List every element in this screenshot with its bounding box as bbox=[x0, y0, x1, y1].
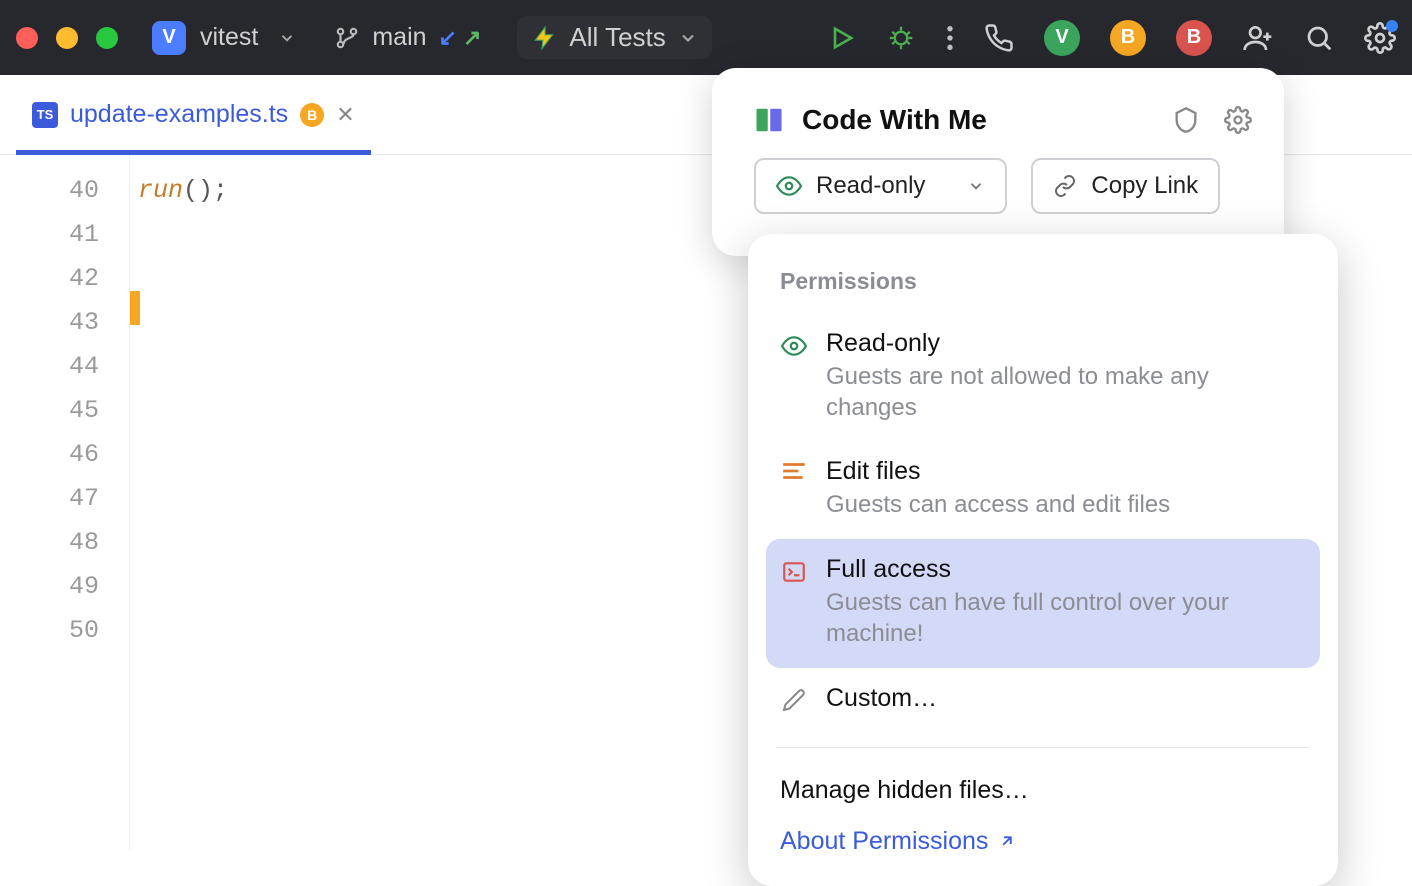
maximize-window-icon[interactable] bbox=[96, 27, 118, 49]
incoming-changes-icon: ↙ bbox=[439, 25, 457, 51]
pencil-icon bbox=[780, 684, 808, 712]
run-config-selector[interactable]: All Tests bbox=[517, 16, 711, 59]
vcs-branch-widget[interactable]: main ↙ ↗ bbox=[334, 23, 481, 52]
permission-mode-label: Read-only bbox=[816, 172, 925, 200]
link-label: About Permissions bbox=[780, 827, 988, 856]
permission-title: Edit files bbox=[826, 457, 1306, 486]
run-button[interactable] bbox=[828, 24, 856, 52]
avatar-2[interactable]: B bbox=[1110, 20, 1146, 56]
bookmark-badge-icon: B bbox=[300, 103, 324, 127]
project-name[interactable]: vitest bbox=[200, 23, 258, 52]
gear-icon[interactable] bbox=[1224, 106, 1252, 134]
permission-title: Full access bbox=[826, 555, 1306, 584]
chevron-down-icon bbox=[678, 28, 698, 48]
popup-controls: Read-only Copy Link bbox=[712, 158, 1284, 232]
line-number: 46 bbox=[0, 433, 99, 477]
tab-update-examples[interactable]: TS update-examples.ts B ✕ bbox=[16, 75, 371, 154]
link-icon bbox=[1053, 174, 1077, 198]
permission-full-access[interactable]: Full access Guests can have full control… bbox=[766, 539, 1320, 667]
edit-lines-icon bbox=[780, 457, 808, 481]
permission-desc: Guests are not allowed to make any chang… bbox=[826, 362, 1306, 423]
code-token: run bbox=[138, 176, 183, 205]
chevron-down-icon bbox=[967, 177, 985, 195]
titlebar-right-group: V B B bbox=[828, 20, 1396, 56]
branch-icon bbox=[334, 25, 360, 51]
lightning-icon bbox=[531, 25, 557, 51]
line-number: 45 bbox=[0, 389, 99, 433]
gutter-marker-icon[interactable] bbox=[130, 291, 140, 325]
minimize-window-icon[interactable] bbox=[56, 27, 78, 49]
add-user-icon[interactable] bbox=[1242, 22, 1274, 54]
line-number: 41 bbox=[0, 213, 99, 257]
copy-link-button[interactable]: Copy Link bbox=[1031, 158, 1220, 214]
line-number: 42 bbox=[0, 257, 99, 301]
avatar-1[interactable]: V bbox=[1044, 20, 1080, 56]
more-actions-icon[interactable] bbox=[946, 24, 954, 52]
permission-desc: Guests can have full control over your m… bbox=[826, 588, 1306, 649]
code-token: (); bbox=[183, 176, 228, 205]
manage-hidden-files[interactable]: Manage hidden files… bbox=[766, 764, 1320, 817]
permission-title: Custom… bbox=[826, 684, 1306, 713]
call-icon[interactable] bbox=[984, 23, 1014, 53]
branch-name: main bbox=[372, 23, 426, 52]
titlebar: V vitest main ↙ ↗ All Tests V bbox=[0, 0, 1412, 75]
permission-edit-files[interactable]: Edit files Guests can access and edit fi… bbox=[766, 441, 1320, 539]
permission-title: Read-only bbox=[826, 329, 1306, 358]
chevron-down-icon[interactable] bbox=[278, 29, 296, 47]
close-tab-icon[interactable]: ✕ bbox=[336, 102, 354, 128]
line-number: 48 bbox=[0, 521, 99, 565]
eye-icon bbox=[776, 173, 802, 199]
permissions-dropdown: Permissions Read-only Guests are not all… bbox=[748, 234, 1338, 886]
external-link-icon bbox=[998, 832, 1016, 850]
popup-header: Code With Me bbox=[712, 96, 1284, 158]
line-gutter: 40 41 42 43 44 45 46 47 48 49 50 bbox=[0, 155, 130, 850]
search-icon[interactable] bbox=[1304, 23, 1334, 53]
line-number: 40 bbox=[0, 169, 99, 213]
code-with-me-icon bbox=[754, 105, 784, 135]
run-config-name: All Tests bbox=[569, 22, 665, 53]
close-window-icon[interactable] bbox=[16, 27, 38, 49]
code-with-me-popup: Code With Me Read-only Copy Link bbox=[712, 68, 1284, 256]
outgoing-changes-icon: ↗ bbox=[463, 25, 481, 51]
avatar-3[interactable]: B bbox=[1176, 20, 1212, 56]
terminal-icon bbox=[780, 555, 808, 585]
shield-icon[interactable] bbox=[1172, 106, 1200, 134]
dropdown-heading: Permissions bbox=[766, 260, 1320, 313]
permission-read-only[interactable]: Read-only Guests are not allowed to make… bbox=[766, 313, 1320, 441]
line-number: 43 bbox=[0, 301, 99, 345]
notification-dot-icon bbox=[1386, 20, 1398, 32]
debug-button[interactable] bbox=[886, 23, 916, 53]
line-number: 47 bbox=[0, 477, 99, 521]
line-number: 50 bbox=[0, 609, 99, 653]
popup-title: Code With Me bbox=[802, 104, 1154, 136]
line-number: 44 bbox=[0, 345, 99, 389]
permission-mode-dropdown[interactable]: Read-only bbox=[754, 158, 1007, 214]
eye-icon bbox=[780, 329, 808, 359]
permission-desc: Guests can access and edit files bbox=[826, 490, 1306, 521]
permission-custom[interactable]: Custom… bbox=[766, 668, 1320, 731]
settings-icon[interactable] bbox=[1364, 22, 1396, 54]
window-controls bbox=[16, 27, 118, 49]
typescript-file-icon: TS bbox=[32, 102, 58, 128]
tab-title: update-examples.ts bbox=[70, 100, 288, 129]
project-badge[interactable]: V bbox=[152, 21, 186, 55]
divider bbox=[776, 747, 1310, 748]
line-number: 49 bbox=[0, 565, 99, 609]
copy-link-label: Copy Link bbox=[1091, 172, 1198, 200]
